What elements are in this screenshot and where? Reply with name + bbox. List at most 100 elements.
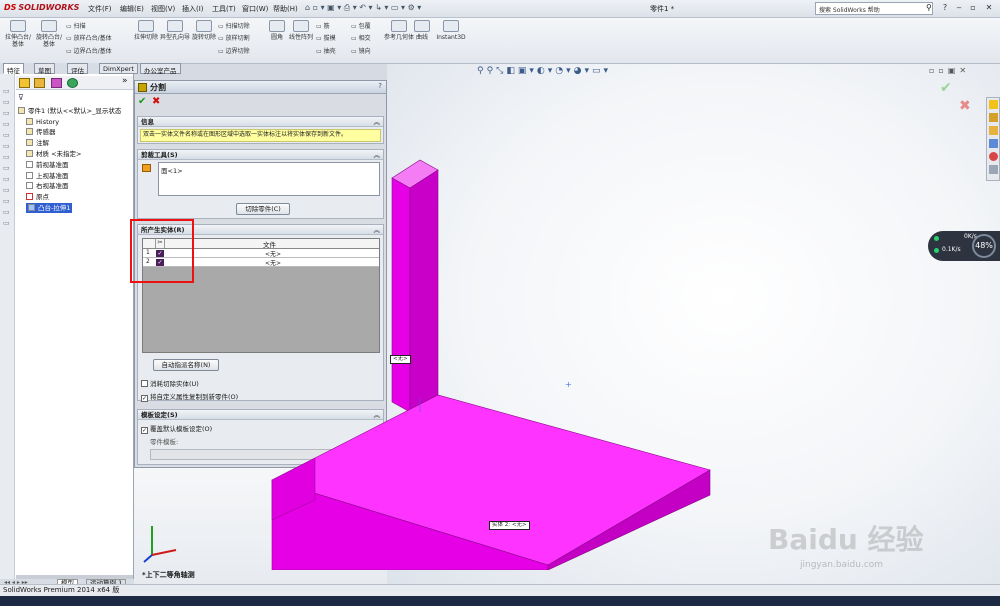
rib-button[interactable]: ▭ 筋 xyxy=(316,21,330,30)
tree-item-front-plane[interactable]: 前视基准面 xyxy=(26,160,69,170)
upload-dot-icon xyxy=(934,236,939,241)
draft-button[interactable]: ▭ 拔模 xyxy=(316,33,336,42)
consume-cut-bodies-option[interactable]: 消耗切除实体(U) xyxy=(141,378,199,388)
revolve-boss-button[interactable]: 旋转凸台/基体 xyxy=(34,20,64,48)
copy-properties-checkbox[interactable]: ✓ xyxy=(141,395,148,402)
trim-tool-item[interactable]: 面<1> xyxy=(161,167,183,175)
fillet-icon xyxy=(269,20,285,32)
extrude-cut-button[interactable]: 拉伸切除 xyxy=(131,20,161,41)
revolve-boss-icon xyxy=(41,20,57,32)
custom-properties-icon[interactable] xyxy=(988,165,998,174)
intersect-button[interactable]: ▭ 相交 xyxy=(351,33,371,42)
tree-item-top-plane[interactable]: 上视基准面 xyxy=(26,171,69,181)
boundary-boss-button[interactable]: ▭ 边界凸台/基体 xyxy=(66,46,112,55)
confirm-corner-cancel-icon[interactable]: ✖ xyxy=(959,98,971,114)
view-palette-icon[interactable] xyxy=(988,139,998,148)
origin-icon xyxy=(26,193,33,200)
tab-dimxpert[interactable]: DimXpert xyxy=(99,63,138,74)
pm-header: 分割 ? xyxy=(135,81,386,94)
menu-window[interactable]: 窗口(W) xyxy=(242,4,268,14)
document-title: 零件1 * xyxy=(650,5,675,13)
body-callout-2[interactable]: 实体 2: <无> xyxy=(489,521,530,530)
sweep-button[interactable]: ▭ 扫描 xyxy=(66,21,86,30)
lofted-cut-button[interactable]: ▭ 放样切割 xyxy=(218,33,250,42)
quick-access-toolbar[interactable]: ⌂ ▫ ▾ ▣ ▾ ⎙ ▾ ↶ ▾ ↳ ▾ ▭ ▾ ⚙ ▾ xyxy=(305,3,425,14)
highlight-box xyxy=(130,219,194,283)
menu-file[interactable]: 文件(F) xyxy=(88,4,112,14)
expand-chevron-icon[interactable]: » xyxy=(122,76,128,86)
filter-icon[interactable]: ⊽ xyxy=(18,93,24,102)
material-icon xyxy=(26,150,33,157)
appearances-icon[interactable] xyxy=(988,152,998,161)
override-template-option[interactable]: ✓ 覆盖默认模板设定(O) xyxy=(141,423,212,434)
close-button[interactable]: ✕ xyxy=(984,3,994,13)
tree-root[interactable]: 零件1 (默认<<默认>_显示状态 xyxy=(18,106,121,116)
tab-evaluate[interactable]: 评估 xyxy=(67,63,88,75)
propertymanager-tab-icon[interactable] xyxy=(34,78,45,88)
cancel-icon[interactable]: ✖ xyxy=(152,96,160,107)
tree-item-material[interactable]: 材质 <未指定> xyxy=(26,149,81,159)
search-icon[interactable]: ⚲ xyxy=(926,3,932,12)
copy-properties-option[interactable]: ✓ 将自定义属性复制到新零件(O) xyxy=(141,391,238,402)
menu-edit[interactable]: 编辑(E) xyxy=(120,4,144,14)
menu-tools[interactable]: 工具(T) xyxy=(212,4,236,14)
menu-help[interactable]: 帮助(H) xyxy=(273,4,298,14)
search-input[interactable]: 搜索 SolidWorks 帮助 xyxy=(815,2,933,15)
mirror-button[interactable]: ▭ 镜向 xyxy=(351,46,371,55)
tab-office-products[interactable]: 办公室产品 xyxy=(140,63,181,75)
collapse-icon[interactable]: ︽ xyxy=(374,117,381,127)
split-part-model[interactable] xyxy=(270,150,720,570)
left-toolbar-icons[interactable]: ▭ ▭ ▭ ▭ ▭ ▭ ▭ ▭ ▭ ▭ ▭ ▭ ▭ xyxy=(3,86,10,229)
annotation-icon xyxy=(26,139,33,146)
info-message: 双击一实体文件名称或在图形区域中选取一实体标注以将实体保存到新文件。 xyxy=(140,129,381,142)
resources-icon[interactable] xyxy=(988,100,998,109)
extrude-boss-button[interactable]: 拉伸凸台/基体 xyxy=(3,20,33,48)
hole-wizard-icon xyxy=(167,20,183,32)
help-icon[interactable]: ? xyxy=(940,3,950,13)
consume-checkbox[interactable] xyxy=(141,380,148,387)
override-checkbox[interactable]: ✓ xyxy=(141,427,148,434)
menu-insert[interactable]: 插入(I) xyxy=(182,4,204,14)
tree-item-right-plane[interactable]: 右视基准面 xyxy=(26,181,69,191)
download-dot-icon xyxy=(934,248,939,253)
display-manager-tab-icon[interactable] xyxy=(67,78,78,88)
body-callout-1[interactable]: <无> xyxy=(390,355,411,364)
hole-wizard-button[interactable]: 异型孔向导 xyxy=(160,20,190,41)
restore-button[interactable]: ▫ xyxy=(968,3,978,13)
sensor-icon xyxy=(26,128,33,135)
tree-item-origin[interactable]: 原点 xyxy=(26,192,49,202)
ok-icon[interactable]: ✔ xyxy=(138,96,146,107)
tree-item-annotations[interactable]: 注解 xyxy=(26,138,49,148)
swept-cut-button[interactable]: ▭ 扫描切除 xyxy=(218,21,250,30)
linear-pattern-button[interactable]: 线性阵列 xyxy=(286,20,316,41)
info-group-header[interactable]: 信息 ︽ xyxy=(138,117,383,127)
auto-assign-names-button[interactable]: 自动指派名称(N) xyxy=(153,359,219,371)
instant3d-button[interactable]: Instant3D xyxy=(434,20,468,41)
tree-item-sensors[interactable]: 传感器 xyxy=(26,127,56,137)
loft-button[interactable]: ▭ 放样凸台/基体 xyxy=(66,33,112,42)
featuremanager-tab-icon[interactable] xyxy=(19,78,30,88)
menu-view[interactable]: 视图(V) xyxy=(151,4,175,14)
pm-title: 分割 xyxy=(150,83,166,92)
tree-item-history[interactable]: History xyxy=(26,117,59,127)
tab-features[interactable]: 特征 xyxy=(3,63,24,75)
file-explorer-icon[interactable] xyxy=(988,126,998,135)
solidworks-logo[interactable]: DS SOLIDWORKS xyxy=(4,3,79,12)
revolve-cut-button[interactable]: 旋转切除 xyxy=(189,20,219,41)
heads-up-view-toolbar[interactable]: ⚲⚲⤡◧▣▾◐▾◔▾◕▾▭▾ xyxy=(477,66,611,76)
shell-button[interactable]: ▭ 抽壳 xyxy=(316,46,336,55)
viewport-window-controls[interactable]: ▫▫▣✕ xyxy=(929,66,970,75)
confirm-corner-ok-icon[interactable]: ✔ xyxy=(940,80,952,96)
pm-help-icon[interactable]: ? xyxy=(378,82,382,90)
watermark-url: jingyan.baidu.com xyxy=(800,560,884,570)
minimize-button[interactable]: ‒ xyxy=(954,3,964,13)
tree-item-boss-extrude[interactable]: 凸台-拉伸1 xyxy=(26,203,73,213)
curves-button[interactable]: 曲线 xyxy=(407,20,437,41)
design-library-icon[interactable] xyxy=(988,113,998,122)
watermark-text: Baidu 经验 xyxy=(768,523,924,556)
task-pane-tabs[interactable] xyxy=(986,97,1000,181)
tab-sketch[interactable]: 草图 xyxy=(34,63,55,75)
boundary-cut-button[interactable]: ▭ 边界切除 xyxy=(218,46,250,55)
wrap-button[interactable]: ▭ 包覆 xyxy=(351,21,371,30)
configuration-tab-icon[interactable] xyxy=(51,78,62,88)
